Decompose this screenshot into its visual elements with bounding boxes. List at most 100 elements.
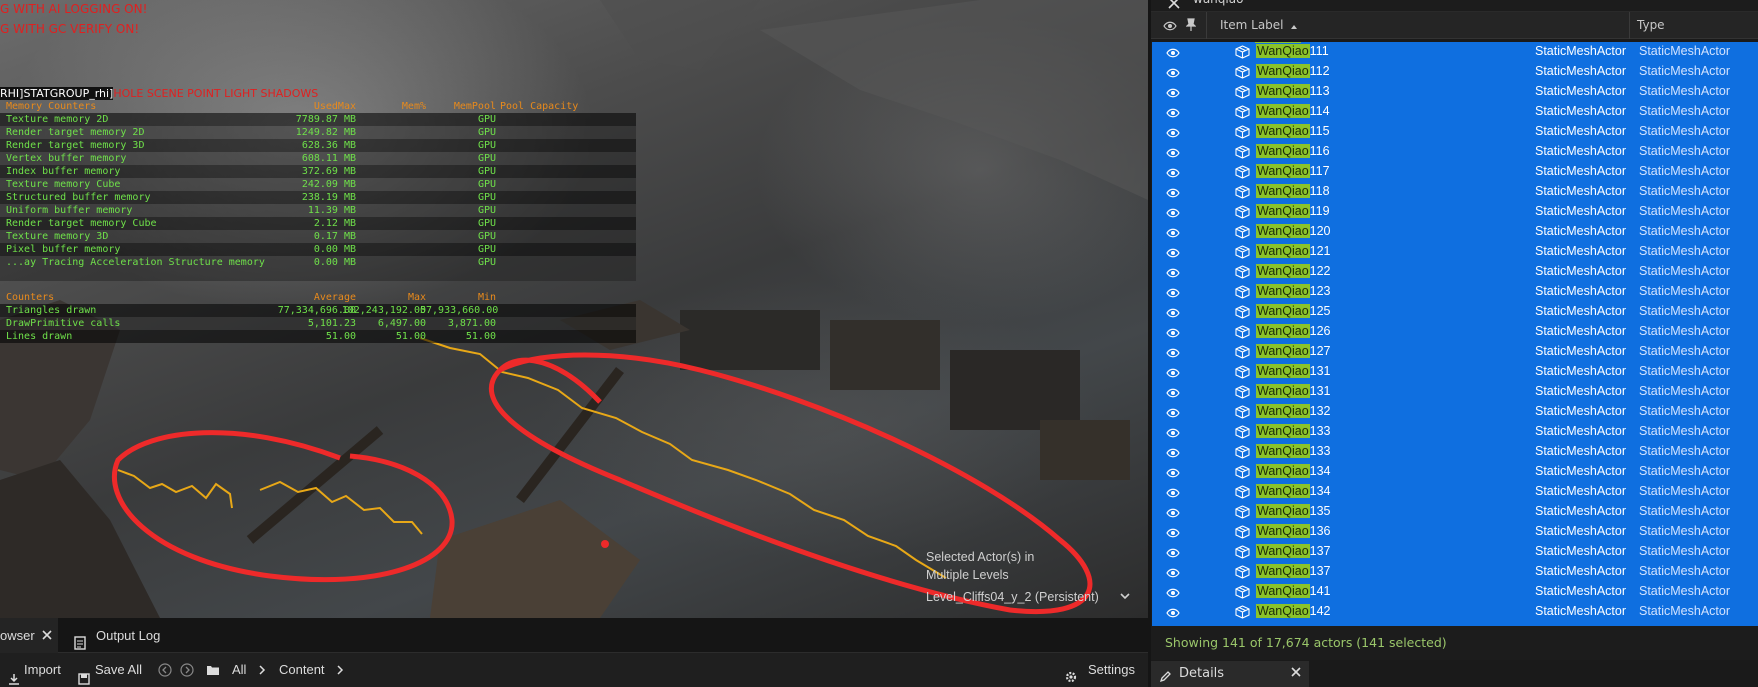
level-viewport[interactable]: G WITH AI LOGGING ON! G WITH GC VERIFY O… [0, 0, 1148, 618]
eye-icon[interactable] [1166, 287, 1180, 301]
eye-icon[interactable] [1166, 487, 1180, 501]
outliner-row[interactable]: WanQiao126 StaticMeshActor StaticMeshActor [1152, 322, 1758, 342]
outliner-row[interactable]: WanQiao132 StaticMeshActor StaticMeshActor [1152, 402, 1758, 422]
outliner-row[interactable]: WanQiao120 StaticMeshActor StaticMeshActor [1152, 222, 1758, 242]
outliner-row[interactable]: WanQiao135 StaticMeshActor StaticMeshActor [1152, 502, 1758, 522]
tab-details[interactable]: Details [1151, 661, 1309, 687]
counters-header-average: Average [313, 292, 356, 303]
visibility-column-icon[interactable] [1163, 20, 1177, 34]
actor-label: WanQiao111 [1256, 44, 1329, 58]
close-icon[interactable] [1291, 661, 1301, 687]
outliner-row[interactable]: WanQiao137 StaticMeshActor StaticMeshActor [1152, 562, 1758, 582]
eye-icon[interactable] [1166, 447, 1180, 461]
type-column-header[interactable]: Type [1637, 18, 1665, 32]
actor-label: WanQiao137 [1256, 564, 1331, 578]
outliner-row[interactable]: WanQiao119 StaticMeshActor StaticMeshActor [1152, 202, 1758, 222]
level-dropdown[interactable]: Level_Cliffs04_y_2 (Persistent) [926, 588, 1136, 606]
outliner-search-bar[interactable]: wanqiao [1151, 0, 1758, 12]
close-icon[interactable] [42, 618, 52, 653]
memory-row-used: 628.36 MB [301, 140, 356, 151]
static-mesh-icon [1235, 245, 1250, 262]
search-match: WanQiao [1256, 64, 1310, 78]
actor-class: StaticMeshActor [1535, 324, 1627, 338]
eye-icon[interactable] [1166, 367, 1180, 381]
search-input[interactable]: wanqiao [1193, 0, 1243, 6]
outliner-row[interactable]: WanQiao113 StaticMeshActor StaticMeshActor [1152, 82, 1758, 102]
actor-class: StaticMeshActor [1535, 504, 1627, 518]
static-mesh-icon [1235, 445, 1250, 462]
forward-button[interactable] [180, 653, 194, 687]
outliner-row[interactable]: WanQiao136 StaticMeshActor StaticMeshActor [1152, 522, 1758, 542]
outliner-row[interactable]: WanQiao118 StaticMeshActor StaticMeshActor [1152, 182, 1758, 202]
outliner-row[interactable]: WanQiao131 StaticMeshActor StaticMeshActor [1152, 382, 1758, 402]
outliner-row[interactable]: WanQiao127 StaticMeshActor StaticMeshActor [1152, 342, 1758, 362]
eye-icon[interactable] [1166, 587, 1180, 601]
memory-row-used: 0.17 MB [313, 231, 356, 242]
outliner-row[interactable]: WanQiao134 StaticMeshActor StaticMeshActor [1152, 482, 1758, 502]
eye-icon[interactable] [1166, 347, 1180, 361]
eye-icon[interactable] [1166, 307, 1180, 321]
level-selector[interactable]: Selected Actor(s) in Multiple Levels Lev… [926, 548, 1136, 606]
actor-label: WanQiao137 [1256, 544, 1331, 558]
eye-icon[interactable] [1166, 547, 1180, 561]
outliner-row[interactable]: WanQiao125 StaticMeshActor StaticMeshActor [1152, 302, 1758, 322]
breadcrumb-content[interactable]: Content [279, 653, 325, 687]
outliner-row[interactable]: WanQiao117 StaticMeshActor StaticMeshActor [1152, 162, 1758, 182]
eye-icon[interactable] [1166, 207, 1180, 221]
outliner-row[interactable]: WanQiao142 StaticMeshActor StaticMeshActor [1152, 602, 1758, 622]
eye-icon[interactable] [1166, 387, 1180, 401]
eye-icon[interactable] [1166, 467, 1180, 481]
outliner-row[interactable]: WanQiao112 StaticMeshActor StaticMeshActor [1152, 62, 1758, 82]
settings-button[interactable]: Settings [1064, 653, 1144, 687]
outliner-row[interactable]: WanQiao122 StaticMeshActor StaticMeshActor [1152, 262, 1758, 282]
eye-icon[interactable] [1166, 87, 1180, 101]
eye-icon[interactable] [1166, 247, 1180, 261]
eye-icon[interactable] [1166, 227, 1180, 241]
outliner-row[interactable]: WanQiao115 StaticMeshActor StaticMeshActor [1152, 122, 1758, 142]
breadcrumb-all[interactable]: All [232, 653, 246, 687]
outliner-row[interactable]: WanQiao133 StaticMeshActor StaticMeshActor [1152, 422, 1758, 442]
back-button[interactable] [158, 653, 172, 687]
static-mesh-icon [1235, 585, 1250, 602]
outliner-row[interactable]: WanQiao137 StaticMeshActor StaticMeshActor [1152, 542, 1758, 562]
eye-icon[interactable] [1166, 567, 1180, 581]
item-label-column[interactable]: Item Label [1206, 12, 1686, 39]
save-all-button[interactable]: Save All [78, 653, 148, 687]
eye-icon[interactable] [1166, 607, 1180, 621]
outliner-row[interactable]: WanQiao134 StaticMeshActor StaticMeshActor [1152, 462, 1758, 482]
eye-icon[interactable] [1166, 267, 1180, 281]
eye-icon[interactable] [1166, 127, 1180, 141]
eye-icon[interactable] [1166, 327, 1180, 341]
outliner-row[interactable]: WanQiao114 StaticMeshActor StaticMeshActor [1152, 102, 1758, 122]
outliner-row[interactable]: WanQiao121 StaticMeshActor StaticMeshActor [1152, 242, 1758, 262]
eye-icon[interactable] [1166, 107, 1180, 121]
eye-icon[interactable] [1166, 67, 1180, 81]
eye-icon[interactable] [1166, 147, 1180, 161]
import-button[interactable]: Import [8, 653, 68, 687]
eye-icon[interactable] [1166, 47, 1180, 61]
outliner-row-list[interactable]: WanQiao111 StaticMeshActor StaticMeshActor… [1152, 42, 1758, 626]
outliner-row[interactable]: WanQiao131 StaticMeshActor StaticMeshActor [1152, 362, 1758, 382]
outliner-row[interactable]: WanQiao116 StaticMeshActor StaticMeshActor [1152, 142, 1758, 162]
folder-icon[interactable] [206, 653, 222, 687]
outliner-row[interactable]: WanQiao123 StaticMeshActor StaticMeshActor [1152, 282, 1758, 302]
tab-content-browser[interactable]: owser [0, 618, 58, 653]
actor-number: 127 [1309, 344, 1331, 358]
eye-icon[interactable] [1166, 407, 1180, 421]
actor-type: StaticMeshActor [1639, 44, 1731, 58]
pin-column-icon[interactable] [1185, 18, 1197, 35]
outliner-row[interactable]: WanQiao133 StaticMeshActor StaticMeshActor [1152, 442, 1758, 462]
outliner-row[interactable]: WanQiao141 StaticMeshActor StaticMeshActor [1152, 582, 1758, 602]
memory-row-used: 2.12 MB [313, 218, 356, 229]
actor-class: StaticMeshActor [1535, 184, 1627, 198]
eye-icon[interactable] [1166, 187, 1180, 201]
actor-class: StaticMeshActor [1535, 524, 1627, 538]
actor-number: 131 [1309, 384, 1331, 398]
eye-icon[interactable] [1166, 527, 1180, 541]
eye-icon[interactable] [1166, 167, 1180, 181]
actor-type: StaticMeshActor [1639, 584, 1731, 598]
eye-icon[interactable] [1166, 507, 1180, 521]
search-match: WanQiao [1256, 224, 1310, 238]
outliner-row[interactable]: WanQiao111 StaticMeshActor StaticMeshActor [1152, 42, 1758, 62]
eye-icon[interactable] [1166, 427, 1180, 441]
